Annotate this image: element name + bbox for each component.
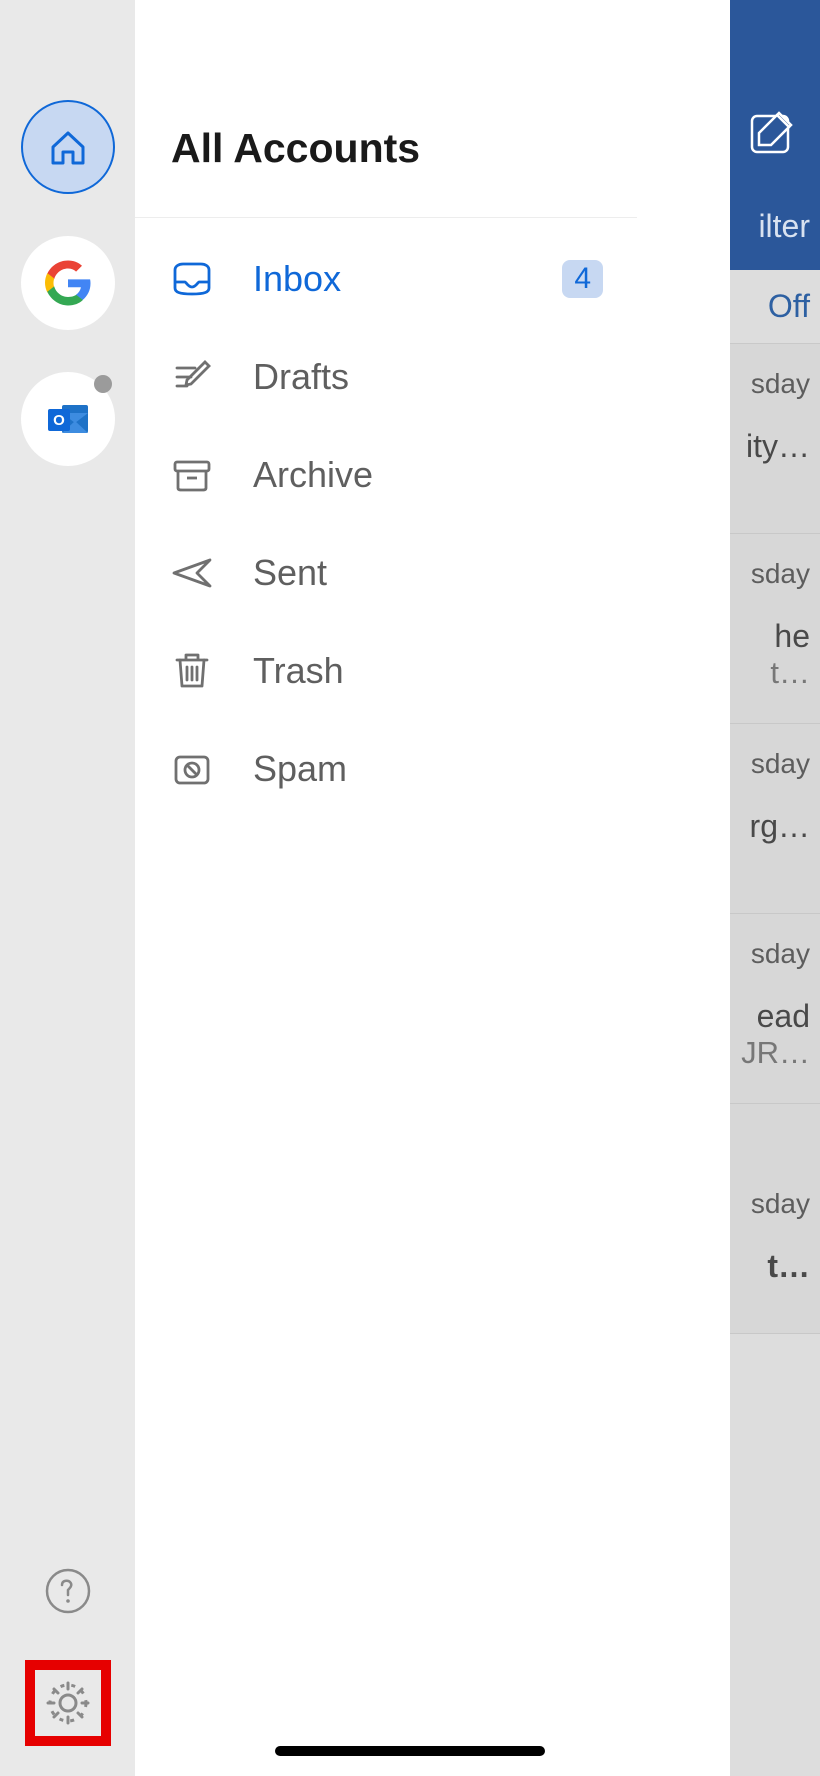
- folder-label: Spam: [253, 748, 603, 790]
- drafts-icon: [169, 354, 215, 400]
- settings-button[interactable]: [43, 1678, 93, 1728]
- home-indicator[interactable]: [275, 1746, 545, 1756]
- folder-label: Archive: [253, 454, 603, 496]
- panel-header: All Accounts: [135, 0, 637, 218]
- bg-header-bar: ilter: [730, 0, 820, 270]
- inbox-icon: [169, 256, 215, 302]
- folder-panel: All Accounts Inbox 4: [135, 0, 637, 1776]
- archive-icon: [169, 452, 215, 498]
- bg-message-list: sday ity… sday he t… sday rg… sday ead J…: [730, 344, 820, 1334]
- bg-message-row[interactable]: sday he t…: [730, 534, 820, 724]
- compose-icon[interactable]: [748, 110, 794, 156]
- bg-message-row[interactable]: sday ity…: [730, 344, 820, 534]
- bg-message-row[interactable]: sday t…: [730, 1104, 820, 1334]
- account-rail: O: [0, 0, 135, 1776]
- sent-icon: [169, 550, 215, 596]
- inbox-badge: 4: [562, 260, 603, 298]
- filter-label[interactable]: ilter: [758, 208, 810, 245]
- folder-label: Inbox: [253, 258, 524, 300]
- navigation-drawer: O All Accounts: [0, 0, 637, 1776]
- folder-item-inbox[interactable]: Inbox 4: [135, 230, 637, 328]
- folder-label: Sent: [253, 552, 603, 594]
- panel-title: All Accounts: [171, 125, 601, 172]
- folder-label: Trash: [253, 650, 603, 692]
- status-dot-icon: [94, 375, 112, 393]
- settings-highlight-box: [25, 1660, 111, 1746]
- help-button[interactable]: [43, 1566, 93, 1616]
- folder-item-drafts[interactable]: Drafts: [135, 328, 637, 426]
- bg-message-row[interactable]: sday ead JR…: [730, 914, 820, 1104]
- folder-item-sent[interactable]: Sent: [135, 524, 637, 622]
- home-account-button[interactable]: [21, 100, 115, 194]
- bg-message-row[interactable]: sday rg…: [730, 724, 820, 914]
- svg-text:O: O: [53, 412, 65, 429]
- background-inbox-peek: ilter Off sday ity… sday he t… sday rg… …: [730, 0, 820, 1776]
- trash-icon: [169, 648, 215, 694]
- folder-item-archive[interactable]: Archive: [135, 426, 637, 524]
- folder-label: Drafts: [253, 356, 603, 398]
- folder-item-trash[interactable]: Trash: [135, 622, 637, 720]
- folder-list: Inbox 4 Drafts: [135, 218, 637, 818]
- folder-item-spam[interactable]: Spam: [135, 720, 637, 818]
- outlook-account-button[interactable]: O: [21, 372, 115, 466]
- google-account-button[interactable]: [21, 236, 115, 330]
- spam-icon: [169, 746, 215, 792]
- toggle-off-label[interactable]: Off: [730, 270, 820, 344]
